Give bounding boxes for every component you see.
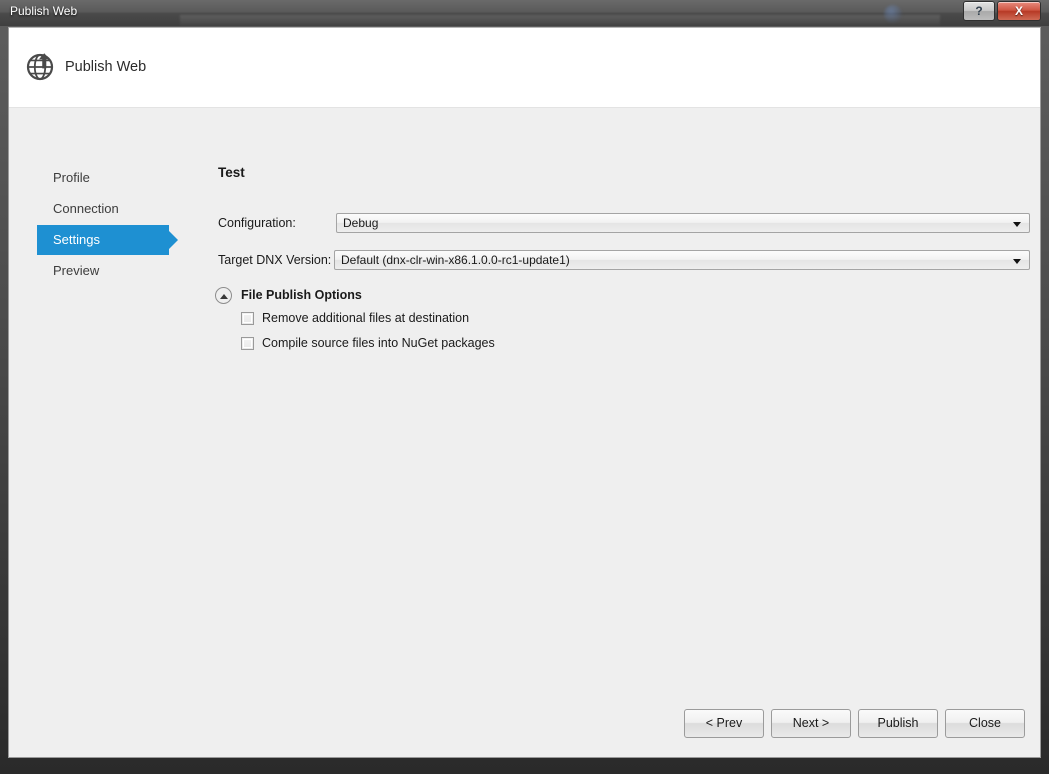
prev-button[interactable]: < Prev: [684, 709, 764, 738]
remove-additional-files-checkbox[interactable]: [241, 312, 254, 325]
titlebar-ghost-icon: [884, 5, 902, 23]
window-title: Publish Web: [10, 4, 78, 18]
sidebar-nav: Profile Connection Settings Preview: [9, 108, 178, 757]
dialog-footer: < Prev Next > Publish Close: [9, 695, 1040, 757]
close-button[interactable]: X: [997, 1, 1041, 21]
target-dnx-version-value: Default (dnx-clr-win-x86.1.0.0-rc1-updat…: [341, 253, 570, 267]
chevron-up-icon[interactable]: [215, 287, 232, 304]
configuration-label: Configuration:: [218, 216, 296, 230]
sidebar-item-preview[interactable]: Preview: [37, 256, 169, 286]
configuration-value: Debug: [343, 216, 379, 230]
dialog-header-title: Publish Web: [65, 59, 147, 75]
settings-panel: Test Configuration: Debug Target DNX Ver…: [174, 108, 1040, 757]
remove-additional-files-label: Remove additional files at destination: [262, 311, 470, 325]
compile-into-nuget-label: Compile source files into NuGet packages: [262, 336, 495, 350]
globe-publish-icon: [24, 48, 60, 84]
chevron-down-icon: [1013, 222, 1021, 227]
dialog-header: Publish Web: [9, 28, 1040, 108]
publish-button[interactable]: Publish: [858, 709, 938, 738]
sidebar-item-connection[interactable]: Connection: [37, 194, 169, 224]
sidebar-item-settings[interactable]: Settings: [37, 225, 169, 255]
target-dnx-version-label: Target DNX Version:: [218, 253, 332, 267]
page-title: Test: [218, 165, 245, 180]
compile-into-nuget-checkbox[interactable]: [241, 337, 254, 350]
chevron-down-icon: [1013, 259, 1021, 264]
dialog-client-area: Publish Web Profile Connection Settings …: [8, 27, 1041, 758]
titlebar-reflection: [180, 15, 940, 26]
titlebar: Publish Web ? X: [0, 0, 1049, 26]
target-dnx-version-dropdown[interactable]: Default (dnx-clr-win-x86.1.0.0-rc1-updat…: [334, 250, 1030, 270]
sidebar-item-profile[interactable]: Profile: [37, 163, 169, 193]
next-button[interactable]: Next >: [771, 709, 851, 738]
file-publish-options-label: File Publish Options: [241, 288, 362, 302]
configuration-dropdown[interactable]: Debug: [336, 213, 1030, 233]
publish-web-window: Publish Web ? X Publish Web Profile Conn…: [0, 0, 1049, 774]
help-button[interactable]: ?: [963, 1, 995, 21]
close-dialog-button[interactable]: Close: [945, 709, 1025, 738]
